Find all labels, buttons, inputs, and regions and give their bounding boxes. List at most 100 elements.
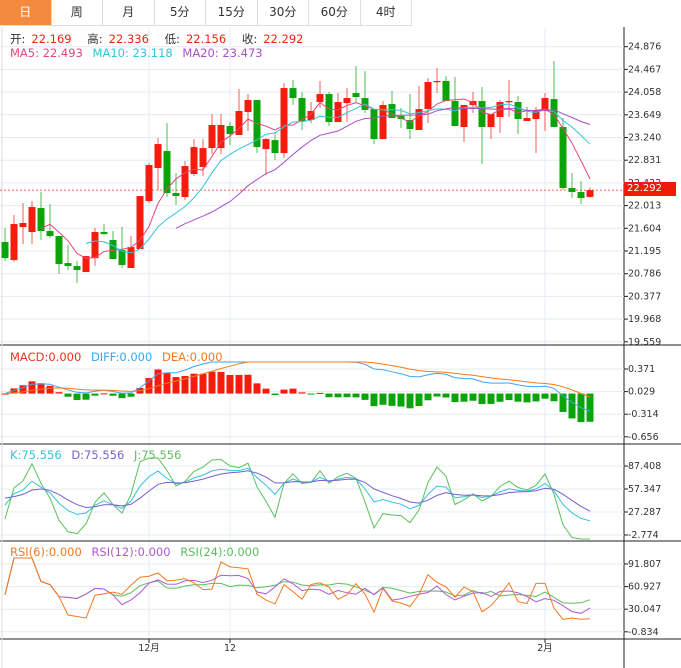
macd-legend: MACD:0.000 DIFF:0.000 DEA:0.000	[10, 350, 229, 364]
ma20-legend: MA20: 23.473	[182, 46, 263, 60]
macd-bar	[46, 385, 54, 394]
price-tick-label: 23.649	[628, 110, 661, 121]
candle-up	[217, 125, 225, 149]
macd-bar	[523, 393, 531, 403]
candle-up	[199, 148, 207, 168]
j-value: J:75.556	[133, 448, 182, 462]
macd-bar	[343, 393, 351, 398]
kdj-tick-label: 87.408	[628, 461, 661, 472]
candle-down	[559, 127, 567, 189]
ma10-line	[85, 103, 591, 254]
ma10-legend: MA10: 23.118	[92, 46, 173, 60]
price-tick-label: 24.058	[628, 87, 661, 98]
chart-canvas[interactable]: 24.87624.46724.05823.64923.24022.83122.4…	[0, 0, 681, 668]
high-label: 高:	[87, 32, 103, 46]
macd-bar	[172, 377, 180, 394]
date-label: 2月	[537, 643, 553, 654]
macd-bar	[100, 393, 108, 395]
macd-tick-label: 0.371	[628, 364, 655, 375]
price-tick-label: 21.195	[628, 246, 661, 257]
macd-bar	[28, 381, 36, 394]
candle-up	[91, 232, 99, 259]
ohlc-readout: 开: 22.169 高: 22.336 低: 22.156 收: 22.292	[10, 31, 315, 47]
candle-down	[226, 126, 234, 135]
macd-bar	[496, 393, 504, 402]
candle-down	[514, 102, 522, 120]
macd-bar	[406, 393, 414, 409]
macd-bar	[469, 393, 477, 401]
candle-down	[370, 109, 378, 140]
candle-up	[424, 81, 432, 110]
candle-up	[235, 111, 243, 136]
diff-value: DIFF:0.000	[90, 350, 153, 364]
date-label: 12月	[138, 643, 160, 654]
price-tick-label: 19.968	[628, 314, 661, 325]
macd-bar	[253, 383, 261, 394]
macd-bar	[424, 393, 432, 401]
macd-bar	[370, 393, 378, 407]
candle-up	[28, 207, 36, 233]
ma5-line	[40, 98, 591, 259]
macd-bar	[64, 393, 72, 397]
date-label: 12	[224, 643, 236, 654]
low-value: 22.156	[185, 32, 227, 46]
macd-bar	[397, 393, 405, 407]
macd-bar	[298, 392, 306, 394]
candle-up	[136, 196, 144, 250]
macd-bar	[415, 393, 423, 407]
price-tick-label: 20.377	[628, 291, 661, 302]
candle-up	[505, 101, 513, 103]
macd-bar	[307, 393, 315, 395]
macd-bar	[568, 393, 576, 419]
rsi-tick-label: 30.047	[628, 604, 661, 615]
rsi-tick-label: -0.834	[628, 627, 659, 638]
macd-bar	[433, 393, 441, 397]
candle-up	[181, 166, 189, 198]
candle-up	[10, 224, 18, 261]
candle-up	[334, 102, 342, 123]
rsi-tick-label: 91.807	[628, 559, 661, 570]
macd-bar	[82, 393, 90, 400]
kdj-tick-label: 57.347	[628, 484, 661, 495]
candle-down	[478, 101, 486, 128]
macd-bar	[244, 374, 252, 394]
macd-bar	[352, 393, 360, 398]
macd-bar	[316, 392, 324, 394]
macd-bar	[73, 393, 81, 401]
macd-bar	[280, 389, 288, 394]
kdj-tick-label: 27.287	[628, 507, 661, 518]
candle-down	[73, 266, 81, 271]
price-tick-label: 19.559	[628, 337, 661, 348]
macd-bar	[451, 393, 459, 403]
candle-down	[451, 101, 459, 127]
macd-bar	[127, 393, 135, 397]
close-value: 22.292	[263, 32, 304, 46]
rsi6-line	[4, 557, 591, 620]
macd-bar	[109, 393, 117, 396]
price-tick-label: 21.604	[628, 223, 661, 234]
macd-bar	[271, 393, 279, 396]
price-tick-label: 23.240	[628, 133, 661, 144]
candle-down	[298, 98, 306, 122]
candle-up	[262, 139, 270, 150]
ma5-legend: MA5: 22.493	[10, 46, 83, 60]
candle-down	[118, 250, 126, 266]
open-label: 开:	[10, 32, 26, 46]
d-value: D:75.556	[71, 448, 125, 462]
macd-bar	[532, 393, 540, 402]
candle-down	[271, 140, 279, 154]
macd-tick-label: 0.029	[628, 387, 655, 398]
candle-down	[289, 88, 297, 99]
candle-up	[523, 118, 531, 122]
macd-bar	[217, 371, 225, 394]
rsi-tick-label: 60.927	[628, 582, 661, 593]
price-tick-label: 22.013	[628, 201, 661, 212]
price-tick-label: 22.831	[628, 155, 661, 166]
macd-bar	[235, 374, 243, 394]
candle-down	[46, 231, 54, 237]
macd-bar	[226, 375, 234, 394]
kdj-legend: K:75.556 D:75.556 J:75.556	[10, 448, 187, 462]
macd-bar	[91, 393, 99, 396]
price-tick-label: 24.876	[628, 42, 661, 53]
macd-bar	[505, 393, 513, 401]
